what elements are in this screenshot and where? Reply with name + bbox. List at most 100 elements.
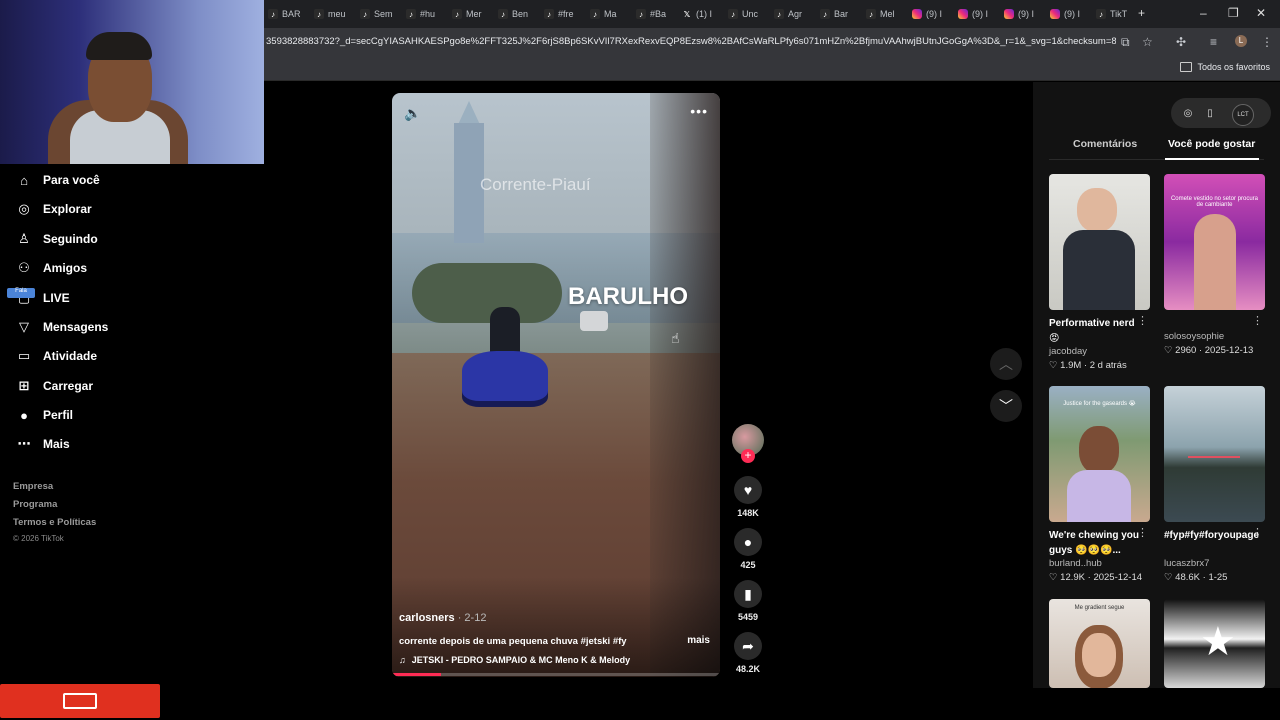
browser-tab[interactable]: 𝕏 (1) I (682, 5, 727, 23)
browser-tab[interactable]: (9) I (958, 5, 1003, 23)
recommended-video-card[interactable]: Performative nerd 😡 ⋮ jacobday ♡ 1.9M · … (1049, 174, 1150, 371)
card-user[interactable]: burland..hub (1049, 558, 1150, 569)
sidebar-item-atividade[interactable]: ▭ Atividade (16, 345, 97, 367)
browser-tab[interactable]: ♪ Mel (866, 5, 911, 23)
card-more-icon[interactable]: ⋮ (1252, 314, 1263, 327)
card-more-icon[interactable]: ⋮ (1137, 526, 1148, 539)
active-tab-indicator (1165, 158, 1259, 160)
sidebar-item-perfil[interactable]: ● Perfil (16, 404, 73, 426)
browser-tab[interactable]: (9) I (1004, 5, 1049, 23)
recommended-video-card[interactable]: Comete vestido no setor procura de cambi… (1164, 174, 1265, 356)
card-title[interactable]: Performative nerd 😡 (1049, 316, 1150, 346)
thumbnail-text: Me gradient segue (1074, 605, 1125, 611)
sidebar-item-explorar[interactable]: ◎ Explorar (16, 198, 91, 220)
video-thumbnail[interactable] (1049, 174, 1150, 310)
bookmark-star-icon[interactable]: ☆ (1142, 35, 1153, 49)
browser-tab[interactable]: (9) I (912, 5, 957, 23)
sidebar-item-seguindo[interactable]: ♙ Seguindo (16, 228, 98, 250)
video-thumbnail[interactable]: Justice for the gaseards 😭 (1049, 386, 1150, 522)
author-name[interactable]: carlosners (399, 612, 455, 624)
next-video-button[interactable]: ﹀ (990, 390, 1022, 422)
previous-video-button[interactable]: ︿ (990, 348, 1022, 380)
overlay-action-button[interactable] (0, 684, 160, 718)
close-window-icon[interactable]: ✕ (1256, 6, 1266, 20)
share-icon: ➦ (734, 632, 762, 660)
tiktok-icon: ♪ (498, 9, 508, 19)
card-more-icon[interactable]: ⋮ (1252, 526, 1263, 539)
card-title[interactable]: We're chewing you guys 🥺🥺🥺... (1049, 528, 1150, 558)
instagram-icon (1004, 9, 1014, 19)
compass-icon: ◎ (18, 201, 30, 216)
all-bookmarks-folder[interactable]: Todos os favoritos (1180, 62, 1270, 72)
browser-tab[interactable]: ♪ Sem (360, 5, 405, 23)
restore-icon[interactable]: ❐ (1228, 6, 1239, 20)
video-thumbnail[interactable] (1164, 386, 1265, 522)
profile-avatar[interactable]: L (1235, 35, 1247, 47)
footer-link-programa[interactable]: Programa (13, 499, 57, 510)
phone-icon[interactable]: ▯ (1201, 104, 1219, 122)
browser-menu-icon[interactable]: ⋮ (1261, 35, 1273, 49)
tab-voce-pode-gostar[interactable]: Você pode gostar (1168, 138, 1255, 150)
browser-tab[interactable]: ♪ #fre (544, 5, 589, 23)
recommended-video-card[interactable]: Me gradient segue (1049, 599, 1150, 688)
browser-tab[interactable]: ♪ meu (314, 5, 359, 23)
browser-tab[interactable]: ♪ Bar (820, 5, 865, 23)
tiktok-icon: ♪ (314, 9, 324, 19)
browser-tab[interactable]: ♪ #hu (406, 5, 451, 23)
browser-tab[interactable]: ♪ Unc (728, 5, 773, 23)
follow-plus-icon[interactable]: + (741, 449, 755, 463)
install-app-icon[interactable]: ⧉ (1121, 35, 1130, 50)
music-title[interactable]: JETSKI - PEDRO SAMPAIO & MC Meno K & Mel… (412, 655, 630, 665)
browser-tab[interactable]: ♪ Ma (590, 5, 635, 23)
card-user[interactable]: solosoysophie (1164, 331, 1265, 342)
card-user[interactable]: jacobday (1049, 346, 1150, 357)
video-thumbnail[interactable]: Me gradient segue (1049, 599, 1150, 688)
card-title[interactable]: #fyp#fy#foryoupage (1164, 528, 1265, 558)
profile-avatar[interactable]: LCT (1232, 104, 1254, 126)
sidebar-item-mensagens[interactable]: ▽ Mensagens (16, 316, 108, 338)
minimize-icon[interactable]: – (1200, 6, 1207, 20)
browser-tab[interactable]: ♪ Ben (498, 5, 543, 23)
compass-icon[interactable]: ◎ (1179, 104, 1197, 122)
media-control-icon[interactable]: ≡ (1210, 35, 1217, 49)
browser-tab[interactable]: ♪ TikT (1096, 5, 1141, 23)
video-author[interactable]: carlosners · 2-12 (399, 612, 486, 624)
video-thumbnail[interactable]: ★ (1164, 599, 1265, 688)
browser-tab[interactable]: ♪ #Ba (636, 5, 681, 23)
browser-tab[interactable]: ♪ Mer (452, 5, 497, 23)
upload-icon: ⊞ (18, 378, 30, 393)
browser-tab[interactable]: ♪ BAR (268, 5, 313, 23)
card-more-icon[interactable]: ⋮ (1137, 314, 1148, 327)
browser-tab-label: Ben (512, 9, 529, 19)
sidebar-item-amigos[interactable]: ⚇ Amigos (16, 257, 87, 279)
share-button[interactable]: ➦ 48.2K (734, 632, 762, 674)
browser-tab[interactable]: ♪ Agr (774, 5, 819, 23)
url-text[interactable]: 3593828883732?_d=secCgYIASAHKAESPgo8e%2F… (266, 36, 1116, 47)
card-user[interactable]: lucaszbrx7 (1164, 558, 1265, 569)
browser-tab-label: Mel (880, 9, 895, 19)
recommended-video-card[interactable]: #fyp#fy#foryoupage ⋮ lucaszbrx7 ♡ 48.6K … (1164, 386, 1265, 583)
video-player[interactable]: Corrente-Piauí BARULHO 🔈 ••• carlosners … (392, 93, 720, 677)
volume-icon[interactable]: 🔈 (404, 105, 421, 122)
video-more-icon[interactable]: ••• (690, 103, 708, 119)
video-thumbnail[interactable]: Comete vestido no setor procura de cambi… (1164, 174, 1265, 310)
save-button[interactable]: ▮ 5459 (734, 580, 762, 622)
new-tab-button[interactable]: + (1138, 6, 1145, 20)
sidebar-item-mais[interactable]: ⋯ Mais (16, 433, 70, 455)
card-title[interactable] (1164, 316, 1265, 331)
recommended-video-card[interactable]: ★ (1164, 599, 1265, 688)
recommended-video-card[interactable]: Justice for the gaseards 😭 We're chewing… (1049, 386, 1150, 583)
footer-link-empresa[interactable]: Empresa (13, 481, 53, 492)
browser-tab[interactable]: (9) I (1050, 5, 1095, 23)
video-music[interactable]: ♫ JETSKI - PEDRO SAMPAIO & MC Meno K & Me… (399, 655, 630, 665)
tab-comentarios[interactable]: Comentários (1073, 138, 1137, 150)
like-button[interactable]: ♥ 148K (734, 476, 762, 518)
caption-more-button[interactable]: mais (687, 635, 710, 646)
live-badge: Fala (7, 288, 35, 298)
extensions-icon[interactable]: ✣ (1176, 35, 1186, 49)
comment-button[interactable]: ● 425 (734, 528, 762, 570)
video-progress-bar[interactable] (392, 673, 720, 676)
sidebar-item-para-voc-[interactable]: ⌂ Para você (16, 169, 100, 191)
footer-link-termos[interactable]: Termos e Políticas (13, 517, 96, 528)
sidebar-item-carregar[interactable]: ⊞ Carregar (16, 375, 93, 397)
